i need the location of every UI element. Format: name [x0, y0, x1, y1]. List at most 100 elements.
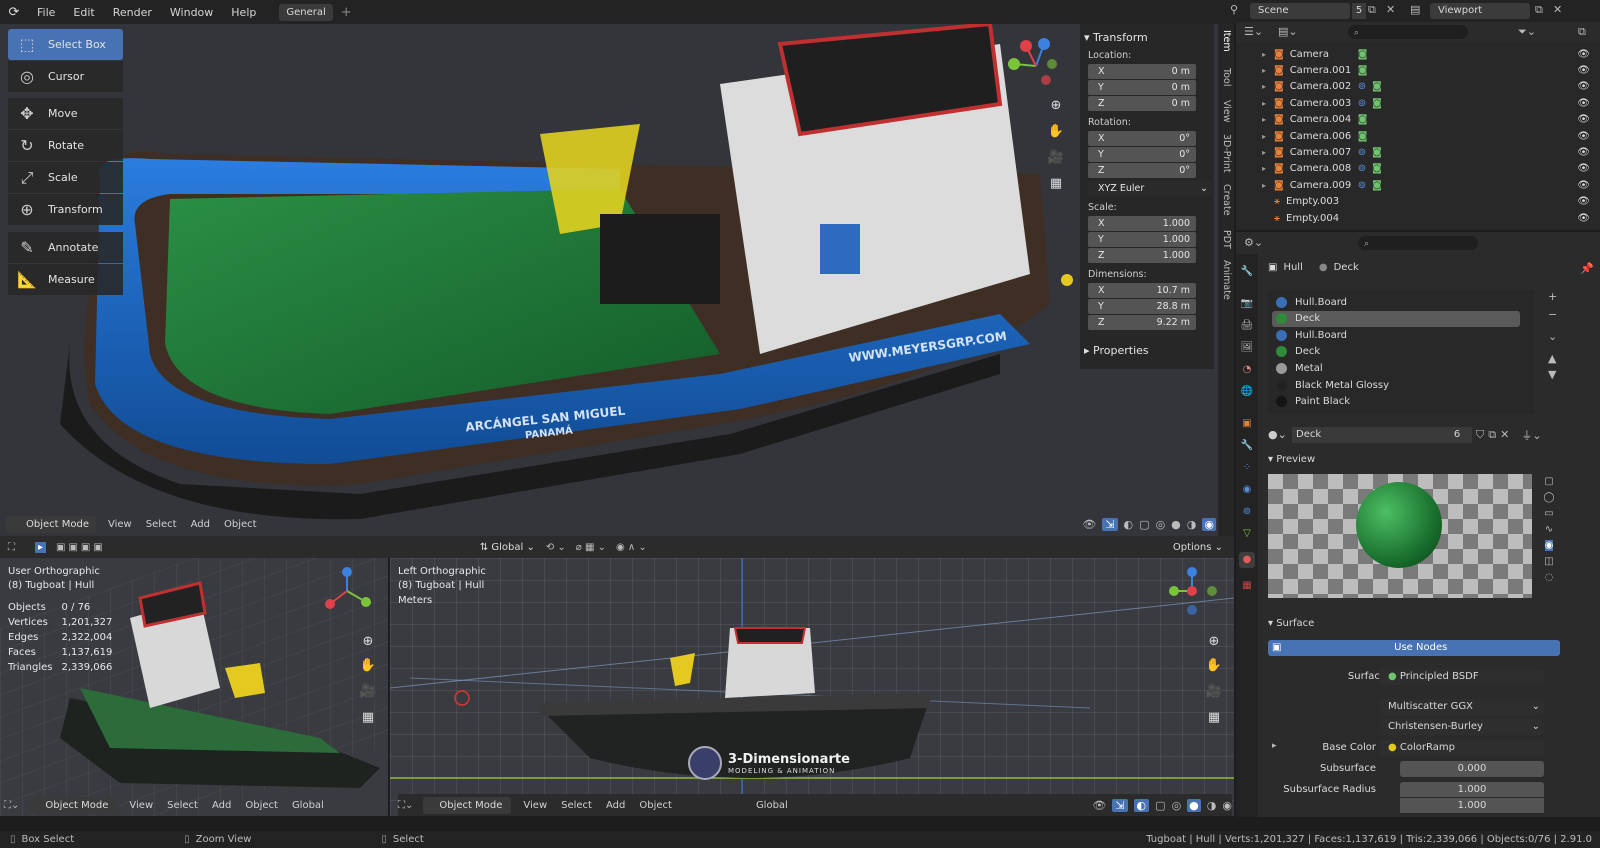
slot-menu-icon[interactable]: ⌄ [1548, 330, 1557, 343]
navigation-gizmo[interactable] [322, 566, 372, 616]
view-layer-tab-icon[interactable]: 🖼 [1239, 340, 1255, 356]
editor-type-icon[interactable]: ⛶ [8, 542, 15, 553]
overlay-toggle-icon[interactable]: ◐ [1133, 798, 1150, 812]
scene-selector[interactable]: Scene [1250, 3, 1350, 19]
xray-icon[interactable]: ▢ [1155, 799, 1165, 812]
material-slot[interactable]: Metal [1272, 360, 1520, 376]
menu-add[interactable]: Add [599, 800, 632, 811]
visibility-eye-icon[interactable]: 👁 [1577, 98, 1590, 109]
preview-section-header[interactable]: ▾ Preview [1268, 454, 1315, 465]
gizmo-toggle-icon[interactable]: ⇲ [1102, 517, 1118, 531]
location-y-field[interactable]: Y 0 m [1088, 80, 1196, 95]
outliner-item-name[interactable]: Camera.004 [1290, 114, 1352, 125]
filter-view-icon[interactable]: ▤⌄ [1278, 25, 1298, 38]
editor-type-icon[interactable]: ⛶⌄ [398, 800, 413, 811]
scene-tab-icon[interactable]: ◔ [1239, 362, 1255, 378]
menu-view[interactable]: View [516, 800, 554, 811]
solid-shading-icon[interactable]: ● [1187, 798, 1201, 812]
camera-data-icon[interactable]: ◙ [1372, 81, 1382, 92]
outliner-row[interactable]: ⚹ Empty.003 👁 [1236, 194, 1600, 210]
subsurface-field[interactable]: 0.000 [1400, 761, 1544, 777]
snap-icon[interactable]: ⌀ ▦ ⌄ [576, 542, 606, 553]
tool-select-box[interactable]: ⬚ Select Box [8, 29, 123, 60]
rotation-x-field[interactable]: X 0° [1088, 131, 1196, 146]
camera-data-icon[interactable]: ◙ [1372, 163, 1382, 174]
material-slot[interactable]: Hull.Board [1272, 327, 1520, 343]
fake-user-icon[interactable]: ⛉ [1476, 428, 1484, 442]
constraint-icon[interactable]: ⊚ [1358, 147, 1366, 158]
outliner-row[interactable]: ▸ ◙ Camera.006 ◙ 👁 [1236, 128, 1600, 144]
menu-add[interactable]: Add [205, 800, 238, 811]
tab-view[interactable]: View [1221, 100, 1232, 123]
menu-add[interactable]: Add [184, 519, 217, 530]
expand-arrow-icon[interactable]: ▸ [1236, 50, 1266, 59]
object-tab-icon[interactable]: ▣ [1239, 416, 1255, 432]
rotation-mode-dropdown[interactable]: XYZ Euler ⌄ [1088, 181, 1214, 196]
wireframe-shading-icon[interactable]: ◎ [1156, 518, 1166, 531]
camera-data-icon[interactable]: ◙ [1358, 114, 1368, 125]
material-slot[interactable]: Deck [1272, 344, 1520, 360]
wireframe-shading-icon[interactable]: ◎ [1172, 799, 1182, 812]
outliner-item-name[interactable]: Camera.003 [1290, 98, 1352, 109]
outliner-item-name[interactable]: Camera.009 [1290, 180, 1352, 191]
constraint-icon[interactable]: ⊚ [1358, 163, 1366, 174]
outliner-row[interactable]: ▸ ◙ Camera.007 ⊚ ◙ 👁 [1236, 144, 1600, 160]
rendered-shading-icon[interactable]: ◉ [1202, 517, 1216, 531]
proportional-edit-icon[interactable]: ◉ ∧ ⌄ [616, 542, 647, 553]
constraint-icon[interactable]: ⊚ [1358, 81, 1366, 92]
material-slot[interactable]: Black Metal Glossy [1272, 377, 1520, 393]
view-layer-icon[interactable]: ▤ [1410, 3, 1420, 16]
new-view-layer-icon[interactable]: ⧉ [1535, 3, 1543, 17]
constraint-icon[interactable]: ⊚ [1358, 98, 1366, 109]
camera-data-icon[interactable]: ◙ [1358, 131, 1368, 142]
world-tab-icon[interactable]: 🌐 [1239, 384, 1255, 400]
menu-view[interactable]: View [122, 800, 160, 811]
view-layer-selector[interactable]: Viewport [1430, 3, 1530, 19]
tab-pdt[interactable]: PDT [1221, 230, 1232, 249]
filter-icon[interactable]: ⏷⌄ [1518, 25, 1536, 39]
material-name-field[interactable]: Deck [1292, 426, 1442, 443]
menu-select[interactable]: Select [554, 800, 599, 811]
zoom-icon[interactable]: ⊕ [1046, 96, 1066, 116]
object-mode-dropdown[interactable]: Object Mode [6, 515, 96, 533]
menu-help[interactable]: Help [222, 6, 265, 19]
editor-type-icon[interactable]: ⚙⌄ [1244, 236, 1263, 249]
tab-item[interactable]: Item [1221, 30, 1232, 52]
material-slot[interactable]: Deck [1272, 310, 1520, 327]
duplicate-material-icon[interactable]: ⧉ [1488, 428, 1496, 442]
new-scene-icon[interactable]: ⧉ [1368, 3, 1376, 17]
outliner-row[interactable]: ⚹ Empty.004 👁 [1236, 210, 1600, 226]
visibility-eye-icon[interactable]: 👁 [1577, 81, 1590, 92]
zoom-icon[interactable]: ⊕ [358, 632, 378, 652]
visibility-eye-icon[interactable]: 👁 [1577, 49, 1590, 60]
particles-tab-icon[interactable]: ⁘ [1239, 460, 1255, 476]
navigation-gizmo[interactable] [1162, 566, 1222, 616]
outliner-row[interactable]: ▸ ◙ Camera.001 ◙ 👁 [1236, 62, 1600, 78]
outliner-item-name[interactable]: Camera.008 [1290, 163, 1352, 174]
visibility-eye-icon[interactable]: 👁 [1577, 131, 1590, 142]
constraints-tab-icon[interactable]: ⊚ [1239, 504, 1255, 520]
transform-orientation-dropdown[interactable]: ⇅ Global ⌄ [474, 539, 541, 556]
preview-type-icons[interactable]: ▢ ◯ ▭ ∿ ◉ ◫ ◌ [1540, 474, 1558, 598]
outliner-row[interactable]: ▸ ◙ Camera.004 ◙ 👁 [1236, 112, 1600, 128]
rotation-y-field[interactable]: Y 0° [1088, 147, 1196, 162]
scale-z-field[interactable]: Z 1.000 [1088, 248, 1196, 263]
visibility-eye-icon[interactable]: 👁 [1577, 213, 1590, 224]
blender-logo-icon[interactable]: ⟳ [0, 5, 28, 20]
subsurface-radius-x-field[interactable]: 1.000 [1400, 782, 1544, 797]
move-slot-up-icon[interactable]: ▲ [1548, 352, 1556, 365]
menu-select[interactable]: Select [160, 800, 205, 811]
outliner-row[interactable]: ▸ ◙ Camera.003 ⊚ ◙ 👁 [1236, 95, 1600, 111]
material-tab-icon[interactable]: ● [1239, 552, 1255, 568]
tool-transform[interactable]: ⊕ Transform [8, 194, 123, 225]
pan-hand-icon[interactable]: ✋ [358, 656, 378, 676]
outliner-item-name[interactable]: Empty.004 [1286, 213, 1348, 224]
expand-arrow-icon[interactable]: ▸ [1236, 115, 1266, 124]
workspace-tab-general[interactable]: General [279, 3, 333, 21]
dimensions-x-field[interactable]: X 10.7 m [1088, 283, 1196, 298]
object-mode-dropdown[interactable]: Object Mode [423, 796, 512, 814]
outliner-row[interactable]: ▸ ◙ Camera.002 ⊚ ◙ 👁 [1236, 79, 1600, 95]
camera-data-icon[interactable]: ◙ [1372, 180, 1382, 191]
link-type-icon[interactable]: ⏚⌄ [1521, 427, 1541, 443]
orientation-dropdown[interactable]: Global [285, 800, 331, 811]
